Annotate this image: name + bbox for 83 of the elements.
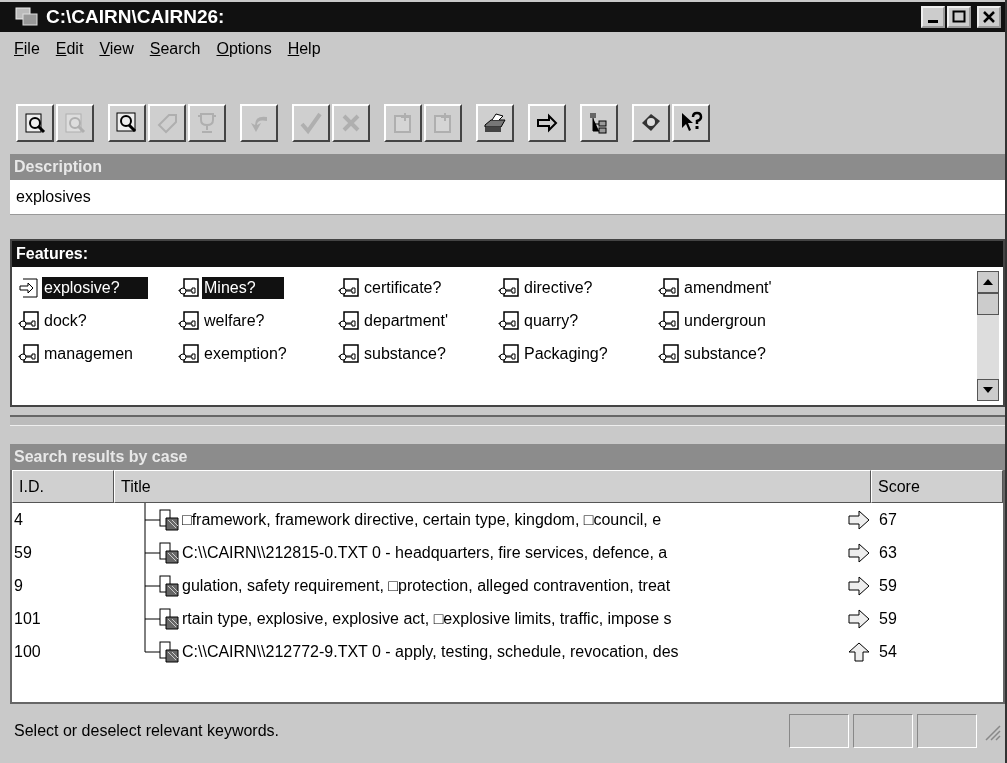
table-cell-text: 54	[878, 642, 898, 661]
minimize-button[interactable]	[921, 6, 945, 28]
section-header: Description	[10, 154, 1005, 180]
scroll-up-icon	[977, 271, 999, 293]
status-panel	[853, 714, 913, 748]
document-stack-icon	[158, 573, 182, 598]
vertical-scrollbar[interactable]	[977, 271, 999, 401]
checkmark-icon	[299, 111, 323, 135]
magnifier-page-icon	[23, 111, 47, 135]
feature-item[interactable]: Packaging?	[498, 337, 658, 370]
menu-item[interactable]: Edit	[55, 40, 84, 58]
menu-item[interactable]: Help	[287, 40, 321, 58]
tag-icon	[155, 111, 179, 135]
printer-icon	[483, 111, 507, 135]
feature-item[interactable]: quarry?	[498, 304, 658, 337]
feature-item[interactable]: explosive?	[18, 271, 178, 304]
trophy-icon	[195, 111, 219, 135]
window-title: C:\CAIRN\CAIRN26:	[46, 6, 226, 28]
table-cell-text: 100	[13, 642, 42, 661]
toolbar-button[interactable]	[672, 104, 710, 142]
feature-item[interactable]: directive?	[498, 271, 658, 304]
toolbar-button[interactable]	[476, 104, 514, 142]
table-cell-text: 59	[13, 543, 33, 562]
scroll-thumb[interactable]	[977, 293, 999, 315]
minimize-icon	[928, 19, 938, 23]
feature-item[interactable]: exemption?	[178, 337, 338, 370]
magnifier-page-icon	[63, 111, 87, 135]
status-text: Select or deselect relevant keywords.	[14, 722, 280, 740]
table-cell-text: 4	[13, 510, 24, 529]
feature-item[interactable]: dock?	[18, 304, 178, 337]
table-cell-text: 59	[878, 609, 898, 628]
menu-item[interactable]: View	[99, 40, 134, 58]
feature-item[interactable]: welfare?	[178, 304, 338, 337]
tree-line	[144, 569, 160, 602]
table-cell-text: 67	[878, 510, 898, 529]
scroll-down-icon	[977, 379, 999, 401]
status-panel	[789, 714, 849, 748]
toolbar-button[interactable]	[528, 104, 566, 142]
table-cell-text: 63	[878, 543, 898, 562]
document-stack-icon	[158, 639, 182, 664]
feature-item[interactable]: substance?	[338, 337, 498, 370]
section-header: Features:	[12, 241, 1003, 267]
splitter-bar[interactable]	[10, 415, 1005, 426]
feature-item[interactable]: amendment'	[658, 271, 818, 304]
toolbar-button[interactable]	[108, 104, 146, 142]
tree-line	[144, 503, 160, 536]
toolbar-button[interactable]	[16, 104, 54, 142]
table-cell-text: rtain type, explosive, explosive act, □explosive limits, traffic, impose s	[182, 609, 673, 628]
toolbar-button[interactable]	[632, 104, 670, 142]
toolbar-button[interactable]	[580, 104, 618, 142]
right-arrow-icon	[535, 111, 559, 135]
feature-item[interactable]: managemen	[18, 337, 178, 370]
table-cell-text: 59	[878, 576, 898, 595]
table-cell-text: 101	[13, 609, 42, 628]
column-header[interactable]: I.D.	[12, 470, 114, 503]
tree-line	[144, 536, 160, 569]
document-stack-icon	[158, 606, 182, 631]
table-cell-text: C:\\CAIRN\\212815-0.TXT 0 - headquarters, fire services, defence, a	[182, 543, 669, 562]
table-cell-text: 9	[13, 576, 24, 595]
feature-item[interactable]: substance?	[658, 337, 818, 370]
table-cell-text: gulation, safety requirement, □protection, alleged contravention, treat	[182, 576, 672, 595]
menu-item[interactable]: Options	[216, 40, 272, 58]
search-icon	[115, 111, 139, 135]
computer-icon	[14, 6, 40, 28]
close-button[interactable]	[977, 6, 1001, 28]
feature-item[interactable]: department'	[338, 304, 498, 337]
section-header: Search results by case	[10, 444, 1005, 470]
menu-item[interactable]: Search	[149, 40, 201, 58]
feature-item[interactable]: Mines?	[178, 271, 338, 304]
description-field[interactable]: explosives	[10, 180, 1005, 215]
feature-item[interactable]: certificate?	[338, 271, 498, 304]
table-cell-text: □framework, framework directive, certain type, kingdom, □council, e	[182, 510, 663, 529]
table-cell-text: C:\\CAIRN\\212772-9.TXT 0 - apply, testing, schedule, revocation, des	[182, 642, 680, 661]
document-stack-icon	[158, 540, 182, 565]
document-stack-icon	[158, 507, 182, 532]
maximize-button[interactable]	[947, 6, 971, 28]
status-panel	[917, 714, 977, 748]
column-header[interactable]: Title	[114, 470, 871, 503]
feature-item[interactable]: undergroun	[658, 304, 818, 337]
menu-item[interactable]: File	[14, 40, 40, 58]
column-header[interactable]: Score	[871, 470, 1003, 503]
close-icon	[982, 10, 996, 24]
maximize-icon	[952, 10, 966, 24]
